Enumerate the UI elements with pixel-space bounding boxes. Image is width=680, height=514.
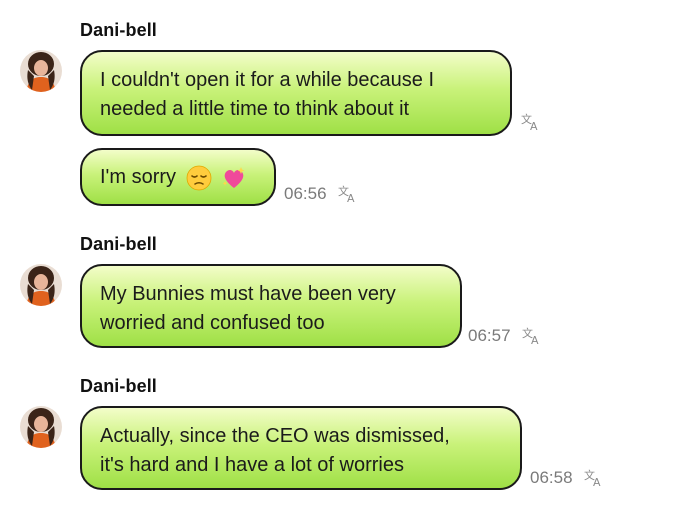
translate-icon[interactable]: 文 A — [520, 112, 542, 133]
translate-icon[interactable]: 文 A — [337, 184, 359, 205]
svg-text:A: A — [593, 476, 601, 488]
message-text-line: I'm sorry — [100, 163, 256, 192]
sender-name: Dani-bell — [80, 376, 157, 396]
message-timestamp: 06:56 — [284, 184, 327, 203]
message-meta: 06:57 文 A — [468, 326, 543, 347]
translate-icon[interactable]: 文 A — [521, 326, 543, 347]
message-bubble[interactable]: I'm sorry — [80, 148, 276, 206]
avatar[interactable] — [20, 406, 62, 448]
message-text-line: it's hard and I have a lot of worries — [100, 454, 404, 476]
message-text-line: worried and confused too — [100, 312, 325, 334]
svg-text:A: A — [530, 120, 538, 132]
message-meta: 文 A — [520, 112, 542, 133]
message-text-line: My Bunnies must have been very — [100, 283, 396, 305]
message-bubble[interactable]: Actually, since the CEO was dismissed, i… — [80, 406, 522, 490]
sender-name: Dani-bell — [80, 20, 157, 40]
message-meta: 06:58 文 A — [530, 468, 605, 489]
avatar[interactable] — [20, 264, 62, 306]
message-timestamp: 06:57 — [468, 326, 511, 345]
message-meta: 06:56 文 A — [284, 184, 359, 205]
avatar[interactable] — [20, 50, 62, 92]
svg-text:A: A — [531, 334, 539, 346]
message-text-line: Actually, since the CEO was dismissed, — [100, 425, 450, 447]
pensive-face-emoji — [186, 165, 212, 191]
message-timestamp: 06:58 — [530, 468, 573, 487]
svg-text:A: A — [347, 192, 355, 204]
message-bubble[interactable]: My Bunnies must have been very worried a… — [80, 264, 462, 348]
message-bubble[interactable]: I couldn't open it for a while because I… — [80, 50, 512, 136]
message-text-line: needed a little time to think about it — [100, 98, 410, 120]
message-text: I'm sorry — [100, 166, 177, 188]
translate-icon[interactable]: 文 A — [583, 468, 605, 489]
message-text-line: I couldn't open it for a while because I — [100, 69, 435, 91]
sender-name: Dani-bell — [80, 234, 157, 254]
sparkling-heart-emoji — [221, 165, 247, 191]
